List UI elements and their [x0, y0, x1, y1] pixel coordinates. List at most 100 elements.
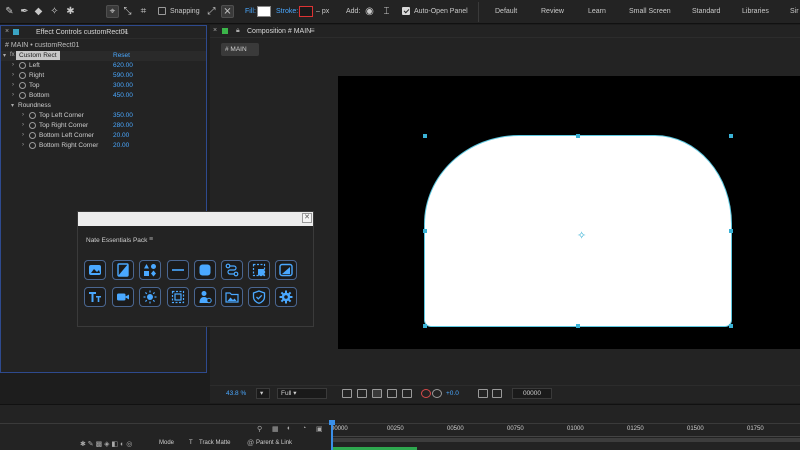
bbox-handle[interactable] [729, 324, 733, 328]
effect-name[interactable]: Custom Rect [16, 51, 60, 60]
selection-crop-button[interactable] [248, 260, 270, 280]
property-row-top[interactable]: › Top 300.00 [1, 81, 206, 91]
bbox-handle[interactable] [423, 324, 427, 328]
property-value[interactable]: 350.00 [113, 112, 133, 119]
stopwatch-icon[interactable] [19, 92, 26, 99]
playhead[interactable] [331, 422, 333, 450]
snapping-checkbox[interactable] [158, 7, 166, 15]
timecode-field[interactable]: 00000 [512, 388, 552, 399]
image-frame-button[interactable] [84, 260, 106, 280]
stopwatch-icon[interactable] [29, 132, 36, 139]
snap-align-icon[interactable]: ⌖ [106, 5, 119, 18]
property-value[interactable]: 20.00 [113, 132, 129, 139]
effect-controls-tab[interactable]: × Effect Controls customRect01 ≡ [1, 26, 206, 39]
workspace-small-screen[interactable]: Small Screen [629, 8, 671, 15]
panel-menu-icon[interactable]: ≡ [123, 27, 128, 36]
chevron-right-icon[interactable]: › [22, 122, 24, 128]
link-icon[interactable] [492, 389, 502, 398]
property-row-right[interactable]: › Right 590.00 [1, 71, 206, 81]
workspace-more[interactable]: Sir [790, 8, 799, 15]
roundness-row-top-left[interactable]: › Top Left Corner 350.00 [1, 111, 206, 121]
plugin-menu-icon[interactable]: ≡ [149, 236, 153, 243]
split-layout-button[interactable] [112, 260, 134, 280]
stopwatch-icon[interactable] [19, 62, 26, 69]
property-value[interactable]: 450.00 [113, 92, 133, 99]
plugin-title-bar[interactable]: ✕ [78, 212, 313, 226]
fill-swatch[interactable] [257, 6, 271, 17]
shield-check-button[interactable] [248, 287, 270, 307]
bbox-handle[interactable] [729, 229, 733, 233]
chevron-right-icon[interactable]: › [12, 82, 14, 88]
image-button[interactable] [275, 260, 297, 280]
auto-open-checkbox[interactable] [402, 7, 410, 15]
chevron-right-icon[interactable]: › [12, 62, 14, 68]
landscape-image-button[interactable] [221, 287, 243, 307]
bbox-handle[interactable] [576, 134, 580, 138]
motion-blur-icon[interactable]: ◐ [287, 425, 291, 432]
property-row-left[interactable]: › Left 620.00 [1, 61, 206, 71]
chevron-right-icon[interactable]: › [22, 142, 24, 148]
property-row-bottom[interactable]: › Bottom 450.00 [1, 91, 206, 101]
bbox-handle[interactable] [423, 229, 427, 233]
roundness-row-bottom-left[interactable]: › Bottom Left Corner 20.00 [1, 131, 206, 141]
property-value[interactable]: 620.00 [113, 62, 133, 69]
camera-icon[interactable] [478, 389, 488, 398]
transparency-grid-icon[interactable] [357, 389, 367, 398]
panel-menu-icon[interactable]: ≡ [310, 26, 315, 35]
stopwatch-icon[interactable] [19, 82, 26, 89]
person-badge-button[interactable] [194, 287, 216, 307]
frame-blend-icon[interactable]: ▦ [272, 425, 279, 433]
zoom-value[interactable]: 43.8 % [226, 390, 246, 397]
chevron-down-icon[interactable]: ▾ [11, 102, 14, 109]
snap-expand-icon[interactable]: ⤢ [205, 5, 218, 18]
stopwatch-icon[interactable] [29, 112, 36, 119]
light-button[interactable] [139, 287, 161, 307]
chevron-right-icon[interactable]: › [12, 72, 14, 78]
composition-tab[interactable]: × 🔒︎ Composition # MAIN ≡ [210, 25, 800, 38]
close-icon[interactable]: × [213, 27, 217, 34]
pen-feather-icon[interactable]: ✒ [18, 5, 31, 18]
workspace-default[interactable]: Default [495, 8, 517, 15]
stopwatch-icon[interactable] [29, 122, 36, 129]
shy-layers-icon[interactable]: ⚲ [257, 425, 262, 433]
add-dropdown-icon[interactable]: ◉ [363, 5, 376, 18]
chevron-down-icon[interactable]: ▾ [3, 52, 6, 59]
chevron-right-icon[interactable]: › [22, 132, 24, 138]
transform-icon[interactable]: ⤡ [121, 5, 134, 18]
path-connect-button[interactable] [221, 260, 243, 280]
chevron-right-icon[interactable]: › [12, 92, 14, 98]
reset-link[interactable]: Reset [113, 52, 130, 59]
chevron-right-icon[interactable]: › [22, 112, 24, 118]
zoom-dropdown[interactable]: ▾ [256, 388, 270, 399]
color-channel-icon[interactable] [421, 389, 431, 398]
graph-editor-icon[interactable]: ◔ [302, 425, 306, 432]
work-area-bar[interactable] [331, 438, 800, 442]
bbox-handle[interactable] [729, 134, 733, 138]
close-icon[interactable]: ✕ [302, 213, 312, 223]
close-icon[interactable]: × [5, 28, 9, 35]
video-camera-button[interactable] [112, 287, 134, 307]
exposure-value[interactable]: +0.0 [446, 390, 459, 397]
composition-subtab[interactable]: # MAIN [221, 43, 259, 56]
line-button[interactable] [167, 260, 189, 280]
resolution-dropdown[interactable]: Full ▾ [277, 388, 327, 399]
group-row-roundness[interactable]: ▾ Roundness [1, 101, 206, 111]
composition-viewer[interactable]: ✧ [338, 76, 800, 349]
property-value[interactable]: 590.00 [113, 72, 133, 79]
property-value[interactable]: 20.00 [113, 142, 129, 149]
text-tool-button[interactable] [84, 287, 106, 307]
comp-flowchart-icon[interactable]: ▣ [316, 425, 323, 433]
type-tool-icon[interactable]: ⌶ [380, 5, 393, 18]
lock-icon[interactable]: 🔒︎ [236, 27, 240, 35]
exposure-icon[interactable] [432, 389, 442, 398]
snapshot-region-icon[interactable] [342, 389, 352, 398]
property-value[interactable]: 300.00 [113, 82, 133, 89]
puppet-pin-icon[interactable]: ✱ [64, 5, 77, 18]
stroke-width[interactable]: – px [316, 8, 329, 15]
roundness-row-bottom-right[interactable]: › Bottom Right Corner 20.00 [1, 141, 206, 151]
dashed-frame-button[interactable] [167, 287, 189, 307]
workspace-review[interactable]: Review [541, 8, 564, 15]
workspace-learn[interactable]: Learn [588, 8, 606, 15]
stopwatch-icon[interactable] [19, 72, 26, 79]
settings-button[interactable] [275, 287, 297, 307]
